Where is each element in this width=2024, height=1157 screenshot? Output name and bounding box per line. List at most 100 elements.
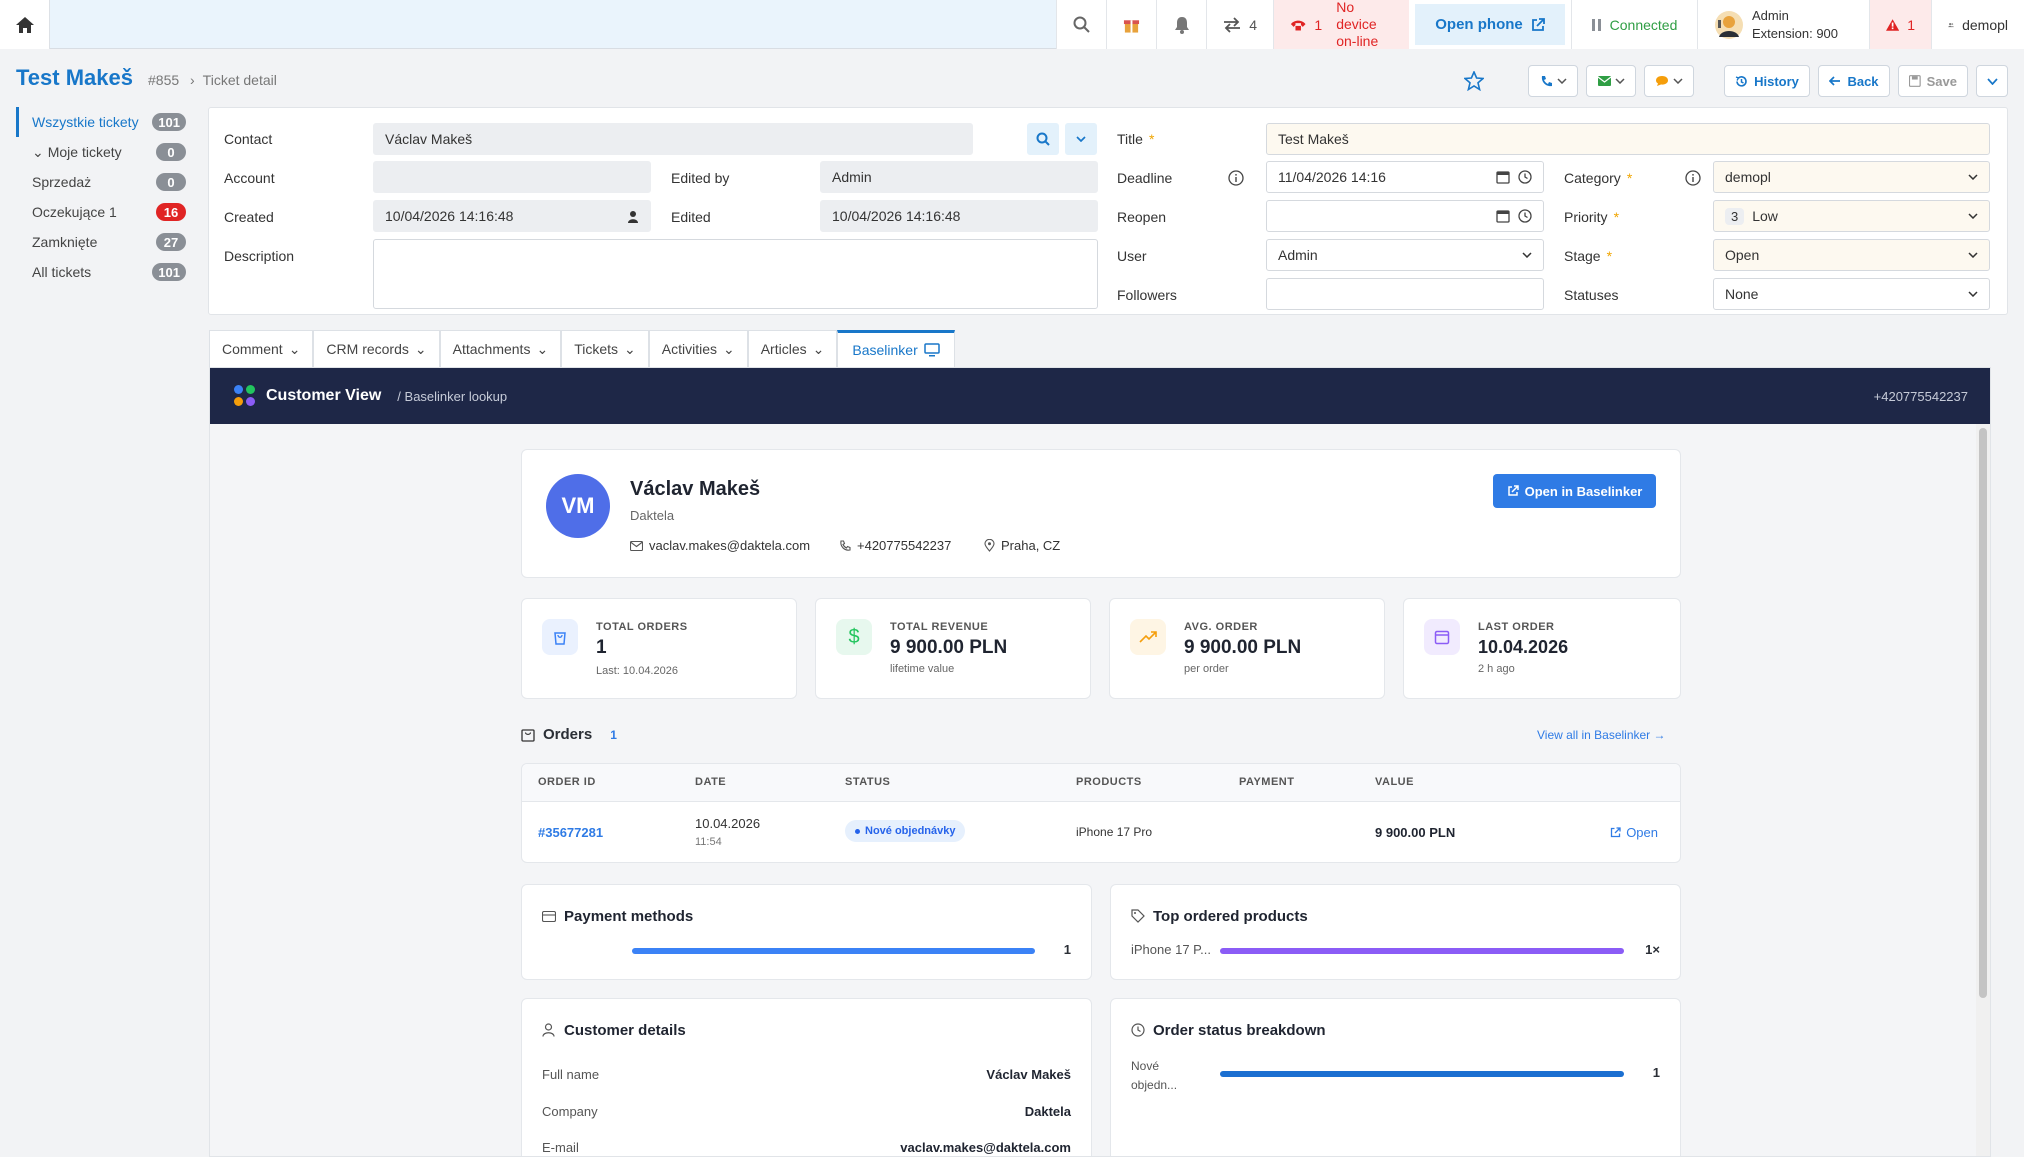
edited-by-value: Admin (832, 169, 872, 185)
order-open-link[interactable]: Open (1610, 825, 1658, 840)
history-button[interactable]: History (1724, 65, 1810, 97)
scrollbar-thumb[interactable] (1979, 428, 1987, 998)
info-icon[interactable] (1685, 170, 1701, 186)
open-phone-button[interactable]: Open phone (1415, 4, 1565, 45)
customer-view-subtitle: / Baselinker lookup (397, 388, 508, 404)
stat-sub: per order (1184, 663, 1229, 675)
calendar-icon[interactable] (1496, 170, 1510, 184)
chevron-down-icon (1076, 136, 1086, 142)
contact-dropdown-button[interactable] (1065, 123, 1097, 155)
customer-phone[interactable]: +420775542237 (839, 538, 951, 553)
email-dropdown[interactable] (1586, 65, 1636, 97)
description-textarea[interactable] (373, 239, 1098, 309)
edited-by-label: Edited by (671, 170, 730, 186)
user-menu[interactable]: demopl (1931, 0, 2024, 49)
stage-select[interactable]: Open (1713, 239, 1990, 271)
tab-tickets[interactable]: Tickets ⌄ (561, 330, 649, 367)
favorite-button[interactable] (1458, 65, 1490, 97)
alert-count: 1 (1907, 16, 1915, 33)
connection-status[interactable]: Connected (1571, 0, 1697, 49)
tab-articles[interactable]: Articles ⌄ (747, 330, 838, 367)
clock-icon[interactable] (1518, 170, 1532, 184)
contact-field[interactable]: Václav Makeš (373, 123, 973, 155)
save-label: Save (1926, 73, 1957, 89)
tab-activities[interactable]: Activities ⌄ (648, 330, 748, 367)
alerts-button[interactable]: 1 (1869, 0, 1931, 49)
category-label: Category * (1564, 170, 1632, 186)
order-value: 9 900.00 PLN (1375, 825, 1456, 840)
more-actions-button[interactable] (1976, 65, 2008, 97)
contact-search-button[interactable] (1027, 123, 1059, 155)
tab-baselinker[interactable]: Baselinker (837, 330, 955, 367)
account-field[interactable] (373, 161, 651, 193)
clock-icon (1131, 1023, 1145, 1037)
sidebar-item-pending[interactable]: Oczekujące 1 16 (16, 197, 192, 227)
star-icon (1464, 71, 1484, 91)
gift-button[interactable] (1106, 0, 1156, 49)
user-select[interactable]: Admin (1266, 239, 1544, 271)
sidebar-item-count: 16 (156, 203, 186, 221)
no-device-count: 1 (1314, 16, 1323, 33)
back-button[interactable]: Back (1818, 65, 1890, 97)
agent-menu[interactable]: Admin Extension: 900 (1697, 0, 1869, 49)
stat-card-last-order: LAST ORDER 10.04.2026 2 h ago (1403, 598, 1681, 699)
tab-crm-records[interactable]: CRM records ⌄ (313, 330, 440, 367)
ticket-number: #855 (148, 72, 180, 88)
save-button[interactable]: Save (1898, 65, 1968, 97)
followers-field[interactable] (1266, 278, 1544, 310)
calendar-icon[interactable] (1496, 209, 1510, 223)
panel-scrollbar[interactable] (1976, 424, 1990, 1156)
sidebar-item-my-tickets[interactable]: ⌄ Moje tickety 0 (16, 137, 192, 167)
priority-select[interactable]: 3 Low (1713, 200, 1990, 232)
chevron-down-icon: ⌄ (624, 340, 636, 357)
sidebar-item-closed[interactable]: Zamknięte 27 (16, 227, 192, 257)
sidebar-item-all-tickets[interactable]: All tickets 101 (16, 257, 192, 287)
required-marker: * (1613, 209, 1620, 225)
tab-attachments[interactable]: Attachments ⌄ (439, 330, 562, 367)
edited-value: 10/04/2026 14:16:48 (832, 208, 961, 224)
orders-count: 1 (610, 727, 617, 742)
call-dropdown[interactable] (1528, 65, 1578, 97)
priority-number-badge: 3 (1725, 207, 1745, 225)
status-bar-track (1220, 1071, 1624, 1077)
category-select[interactable]: demopl (1713, 161, 1990, 193)
pause-icon (1591, 18, 1601, 31)
open-in-baselinker-button[interactable]: Open in Baselinker (1493, 474, 1656, 508)
title-field[interactable]: Test Makeš (1266, 123, 1990, 155)
category-label-text: Category (1564, 170, 1621, 186)
search-button[interactable] (1056, 0, 1106, 49)
stat-sub: lifetime value (890, 663, 955, 675)
status-label-line2: objedn... (1131, 1078, 1178, 1092)
notifications-button[interactable] (1156, 0, 1206, 49)
detail-label: Full name (542, 1067, 600, 1082)
sidebar-item-sales[interactable]: Sprzedaż 0 (16, 167, 192, 197)
order-time: 11:54 (695, 836, 722, 848)
tab-label: Comment (222, 341, 283, 357)
view-all-link[interactable]: View all in Baselinker → (1537, 728, 1666, 742)
device-status[interactable]: 1 No device on-line (1273, 0, 1409, 49)
chat-dropdown[interactable] (1644, 65, 1694, 97)
tab-comment[interactable]: Comment ⌄ (209, 330, 314, 367)
agent-avatar-icon (1715, 10, 1743, 39)
priority-label-text: Priority (1564, 209, 1608, 225)
order-id-link[interactable]: #35677281 (538, 825, 603, 840)
home-button[interactable] (0, 0, 50, 49)
customer-view-logo (234, 385, 256, 407)
search-icon (1036, 132, 1050, 146)
chevron-down-icon: ⌄ (288, 340, 301, 357)
info-icon[interactable] (1228, 170, 1244, 186)
status-label: Nové objedn... (1131, 1057, 1177, 1095)
sidebar-item-all-tickets-pl[interactable]: Wszystkie tickety 101 (16, 107, 192, 137)
customer-email[interactable]: vaclav.makes@daktela.com (630, 538, 810, 553)
clock-icon[interactable] (1518, 209, 1532, 223)
status-bar-fill (1220, 1071, 1624, 1077)
deadline-field[interactable]: 11/04/2026 14:16 (1266, 161, 1544, 193)
chevron-down-icon: ⌄ (812, 340, 825, 357)
monitor-icon (923, 343, 940, 357)
statuses-select[interactable]: None (1713, 278, 1990, 310)
home-icon (15, 16, 34, 33)
reopen-field[interactable] (1266, 200, 1544, 232)
transfers-button[interactable]: 4 (1206, 0, 1273, 49)
required-marker: * (1606, 248, 1613, 264)
category-value: demopl (1725, 169, 1771, 185)
